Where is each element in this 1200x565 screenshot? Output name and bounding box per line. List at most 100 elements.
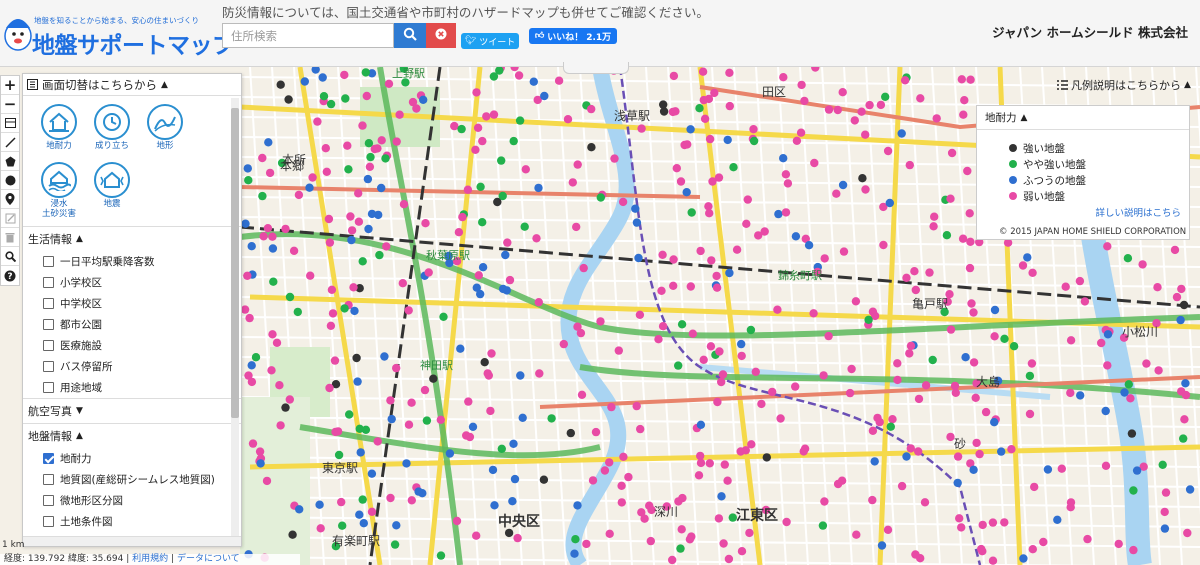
edit-button[interactable] — [1, 209, 19, 228]
legend-toggle-label: 凡例説明はこちらから — [1071, 79, 1181, 92]
checkbox[interactable] — [43, 382, 54, 393]
ground-strength-dot — [614, 346, 623, 355]
mode-bearing-capacity[interactable]: 地耐力 — [37, 104, 81, 151]
address-search-input[interactable] — [222, 23, 394, 48]
mode-formation[interactable]: 成り立ち — [90, 104, 134, 151]
magnify-button[interactable] — [1, 247, 19, 266]
life-info-option[interactable]: 中学校区 — [23, 293, 241, 314]
ground-strength-dot — [306, 271, 315, 280]
collapse-up-icon: ▲ — [76, 431, 83, 441]
life-info-option[interactable]: 一日平均駅乗降客数 — [23, 251, 241, 272]
panel-horizontal-scrollbar[interactable] — [23, 536, 241, 546]
life-info-option[interactable]: 小学校区 — [23, 272, 241, 293]
mode-earthquake[interactable]: 地震 — [90, 162, 134, 209]
ground-strength-dot — [978, 520, 987, 530]
ground-strength-dot — [796, 128, 806, 137]
scale-label: 1 km — [2, 540, 25, 550]
checkbox[interactable] — [43, 495, 54, 506]
ground-strength-dot — [1101, 461, 1111, 470]
legend-dot-icon — [1009, 160, 1017, 168]
terms-link[interactable]: 利用規約 — [132, 554, 168, 564]
ground-strength-dot — [725, 268, 734, 278]
life-info-option[interactable]: 用途地域 — [23, 377, 241, 398]
aerial-photo-section[interactable]: 航空写真 ▼ — [23, 398, 241, 423]
life-info-option[interactable]: 都市公園 — [23, 314, 241, 335]
ground-strength-dot — [367, 209, 377, 219]
tweet-button[interactable]: 🐦︎ ツイート — [461, 33, 519, 49]
ground-strength-dot — [1066, 388, 1075, 398]
ground-info-option[interactable]: 土地条件図 — [23, 511, 241, 532]
life-info-section[interactable]: 生活情報 ▲ — [23, 226, 241, 251]
checkbox[interactable] — [43, 516, 54, 527]
map-street — [239, 416, 1200, 428]
checkbox[interactable] — [43, 474, 54, 485]
ground-strength-dot — [547, 414, 556, 423]
ground-strength-dot — [247, 242, 256, 251]
zoom-in-button[interactable]: + — [1, 76, 19, 95]
ground-strength-dot — [591, 427, 601, 437]
ground-strength-dot — [729, 163, 738, 172]
ground-strength-dot — [743, 195, 752, 204]
ground-strength-dot — [1101, 406, 1110, 416]
panel-header[interactable]: 画面切替はこちらから ▲ — [23, 74, 241, 96]
search-button[interactable] — [394, 23, 426, 48]
ground-strength-dot — [387, 414, 396, 424]
ground-strength-dot — [700, 114, 710, 123]
ground-strength-dot — [870, 457, 879, 466]
delete-button[interactable] — [1, 228, 19, 247]
mode-terrain[interactable]: 地形 — [143, 104, 187, 151]
draw-polygon-button[interactable] — [1, 152, 19, 171]
ground-info-section[interactable]: 地盤情報 ▲ — [23, 423, 241, 448]
ground-strength-dot — [478, 263, 488, 272]
checkbox[interactable] — [43, 298, 54, 309]
legend-copyright: © 2015 JAPAN HOME SHIELD CORPORATION — [999, 227, 1187, 237]
ground-info-option[interactable]: 微地形区分図 — [23, 490, 241, 511]
checkbox-label: 土地条件図 — [60, 516, 113, 528]
zoom-out-button[interactable]: − — [1, 95, 19, 114]
legend-detail-link[interactable]: 詳しい説明はこちら — [1095, 205, 1181, 219]
draw-line-button[interactable] — [1, 133, 19, 152]
ground-strength-dot — [712, 283, 722, 292]
ground-strength-dot — [471, 145, 480, 154]
facebook-like-button[interactable]: 👍︎ いいね！ 2.1万 — [529, 28, 617, 44]
collapse-up-icon: ▲ — [76, 234, 83, 244]
layer-toggle-button[interactable] — [1, 114, 19, 133]
ground-strength-dot — [914, 394, 924, 404]
checkbox[interactable] — [43, 453, 54, 464]
map-place-label: 中央区 — [498, 514, 540, 530]
mode-flood-landslide[interactable]: 浸水 土砂災害 — [37, 162, 81, 219]
ground-strength-dot — [978, 547, 987, 556]
checkbox[interactable] — [43, 340, 54, 351]
help-button[interactable]: ? — [1, 266, 19, 285]
ground-strength-dot — [792, 136, 802, 145]
app-header: 地盤を知ることから始まる、安心の住まいづくり 地盤サポートマップ 防災情報につい… — [0, 0, 1200, 67]
legend-toggle[interactable]: 凡例説明はこちらから ▲ — [1057, 77, 1191, 93]
ground-strength-dot — [1083, 534, 1092, 544]
ground-strength-dot — [1025, 409, 1035, 419]
checkbox[interactable] — [43, 277, 54, 288]
ground-info-option[interactable]: 地耐力 — [23, 448, 241, 469]
draw-circle-button[interactable] — [1, 171, 19, 190]
ground-info-option[interactable]: 地質図(産総研シームレス地質図) — [23, 469, 241, 490]
draw-marker-button[interactable] — [1, 190, 19, 209]
map-place-label: 上野駅 — [392, 67, 425, 80]
life-info-option[interactable]: バス停留所 — [23, 356, 241, 377]
panel-header-label: 画面切替はこちらから — [42, 77, 157, 92]
header-collapse-tab[interactable] — [563, 62, 629, 74]
map-park — [240, 397, 310, 565]
life-info-option[interactable]: 医療施設 — [23, 335, 241, 356]
app-title[interactable]: 地盤サポートマップ — [32, 26, 235, 60]
checkbox[interactable] — [43, 319, 54, 330]
ground-strength-dot — [424, 268, 433, 277]
ground-strength-dot — [395, 110, 404, 119]
ground-strength-dot — [334, 450, 344, 460]
panel-scrollbar-thumb[interactable] — [231, 108, 239, 418]
ground-strength-dot — [779, 154, 788, 163]
ground-strength-dot — [682, 188, 691, 197]
clear-search-button[interactable] — [426, 23, 456, 48]
data-about-link[interactable]: データについて — [177, 554, 240, 564]
checkbox[interactable] — [43, 361, 54, 372]
ground-strength-dot — [534, 298, 543, 307]
checkbox[interactable] — [43, 256, 54, 267]
legend-header[interactable]: 地耐力 ▲ — [977, 106, 1189, 130]
